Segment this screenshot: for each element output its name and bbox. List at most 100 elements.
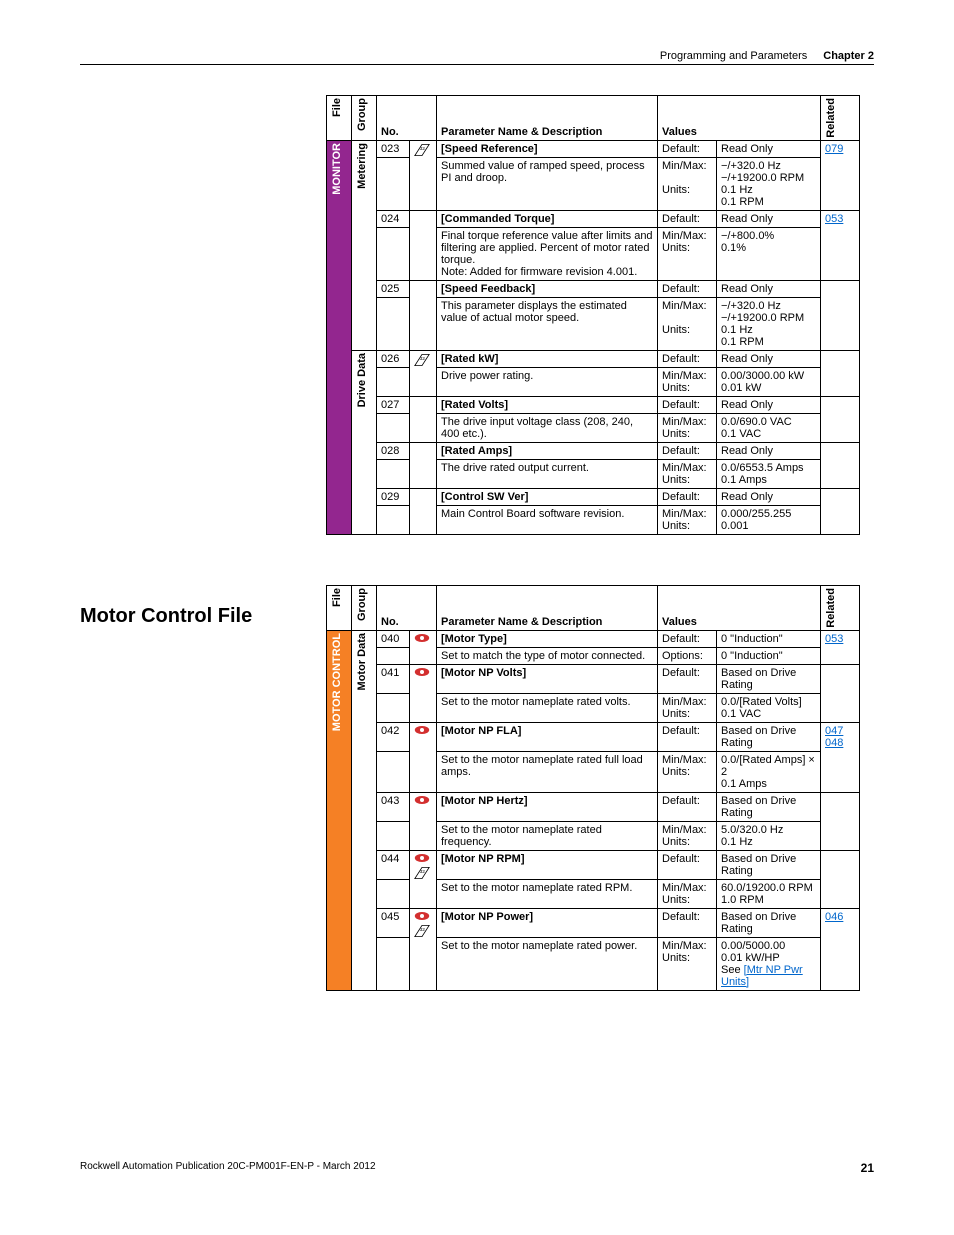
param-desc: Summed value of ramped speed, process PI… [437, 157, 658, 210]
param-no: 041 [377, 664, 410, 693]
param-no-blank [377, 227, 410, 280]
value-data: −/+320.0 Hz−/+19200.0 RPM0.1 Hz0.1 RPM [717, 157, 821, 210]
value-data: Read Only [717, 140, 821, 157]
related-link[interactable]: 079 [825, 143, 843, 155]
col-param: Parameter Name & Description [437, 585, 658, 630]
page-footer: Rockwell Automation Publication 20C-PM00… [80, 1161, 874, 1175]
related-link[interactable]: 048 [825, 737, 843, 749]
col-no: No. [377, 585, 437, 630]
param-icons [410, 442, 437, 488]
param-desc: Set to the motor nameplate rated frequen… [437, 821, 658, 850]
param-no-blank [377, 413, 410, 442]
read-write-icon [414, 667, 430, 677]
value-labels: Min/Max:Units: [658, 157, 717, 210]
param-icons [410, 792, 437, 850]
footer-publication: Rockwell Automation Publication 20C-PM00… [80, 1161, 376, 1175]
read-write-icon [414, 911, 430, 921]
value-labels: Min/Max:Units: [658, 879, 717, 908]
file-label: MOTOR CONTROL [331, 633, 343, 731]
value-data: 5.0/320.0 Hz0.1 Hz [717, 821, 821, 850]
value-data: −/+800.0%0.1% [717, 227, 821, 280]
related-cell: 079 [821, 140, 860, 210]
param-no: 024 [377, 210, 410, 227]
monitor-table: FileGroupNo.Parameter Name & Description… [326, 95, 860, 535]
param-no-blank [377, 157, 410, 210]
value-label: Default: [658, 210, 717, 227]
value-labels: Min/Max:Units: [658, 751, 717, 792]
value-data: 0.0/[Rated Amps] × 20.1 Amps [717, 751, 821, 792]
read-write-icon [414, 725, 430, 735]
related-cell: 046 [821, 908, 860, 990]
col-file: File [331, 98, 343, 117]
page-number: 21 [861, 1161, 874, 1175]
param-icons [410, 722, 437, 792]
section-heading-motor-control: Motor Control File [80, 605, 326, 628]
param-no-blank [377, 693, 410, 722]
value-label: Default: [658, 664, 717, 693]
value-data: 0 "Induction" [717, 630, 821, 647]
param-name: [Rated Volts] [437, 396, 658, 413]
col-group: Group [356, 588, 368, 621]
value-label: Default: [658, 140, 717, 157]
related-cell [821, 442, 860, 488]
value-labels: Min/Max:Units: [658, 227, 717, 280]
value-label: Default: [658, 350, 717, 367]
value-labels: Min/Max:Units: [658, 459, 717, 488]
param-name: [Commanded Torque] [437, 210, 658, 227]
param-desc: This parameter displays the estimated va… [437, 297, 658, 350]
motor-control-table: File Group No.Parameter Name & Description… [326, 585, 860, 991]
value-data: 0.0/[Rated Volts]0.1 VAC [717, 693, 821, 722]
param-icons [410, 210, 437, 280]
param-no: 043 [377, 792, 410, 821]
value-data: Read Only [717, 488, 821, 505]
col-values: Values [658, 96, 821, 141]
param-no: 040 [377, 630, 410, 647]
bit32-icon [414, 353, 430, 367]
param-icons [410, 908, 437, 990]
col-param: Parameter Name & Description [437, 96, 658, 141]
value-data: 0.0/690.0 VAC0.1 VAC [717, 413, 821, 442]
param-name: [Speed Reference] [437, 140, 658, 157]
read-write-icon [414, 633, 430, 643]
param-name: [Motor NP FLA] [437, 722, 658, 751]
param-desc: The drive input voltage class (208, 240,… [437, 413, 658, 442]
value-data: Based on Drive Rating [717, 850, 821, 879]
related-cell [821, 396, 860, 442]
param-icons [410, 140, 437, 210]
col-file: File [331, 588, 343, 607]
param-desc: Set to match the type of motor connected… [437, 647, 658, 664]
value-data: 0.0/6553.5 Amps0.1 Amps [717, 459, 821, 488]
param-no: 025 [377, 280, 410, 297]
col-related: Related [825, 98, 837, 138]
param-no: 044 [377, 850, 410, 879]
group-label: Metering [356, 143, 368, 189]
param-no: 026 [377, 350, 410, 367]
related-cell [821, 850, 860, 908]
value-label: Default: [658, 396, 717, 413]
related-link[interactable]: 053 [825, 633, 843, 645]
param-no-blank [377, 751, 410, 792]
value-labels: Min/Max:Units: [658, 505, 717, 534]
related-link[interactable]: 047 [825, 725, 843, 737]
value-label: Default: [658, 280, 717, 297]
param-desc: Set to the motor nameplate rated RPM. [437, 879, 658, 908]
param-name: [Speed Feedback] [437, 280, 658, 297]
value-data: −/+320.0 Hz−/+19200.0 RPM0.1 Hz0.1 RPM [717, 297, 821, 350]
param-icons [410, 850, 437, 908]
related-link[interactable]: 046 [825, 911, 843, 923]
value-data: 0.000/255.2550.001 [717, 505, 821, 534]
value-labels: Min/Max:Units: [658, 413, 717, 442]
value-labels: Options: [658, 647, 717, 664]
col-no: No. [377, 96, 437, 141]
param-no: 028 [377, 442, 410, 459]
related-link[interactable]: 053 [825, 213, 843, 225]
bit32-icon [414, 143, 430, 157]
value-labels: Min/Max:Units: [658, 297, 717, 350]
param-name: [Motor NP RPM] [437, 850, 658, 879]
param-desc: Set to the motor nameplate rated power. [437, 937, 658, 990]
file-label: MONITOR [331, 143, 343, 195]
param-no-blank [377, 879, 410, 908]
value-data: 0 "Induction" [717, 647, 821, 664]
param-no-blank [377, 647, 410, 664]
param-icons [410, 396, 437, 442]
